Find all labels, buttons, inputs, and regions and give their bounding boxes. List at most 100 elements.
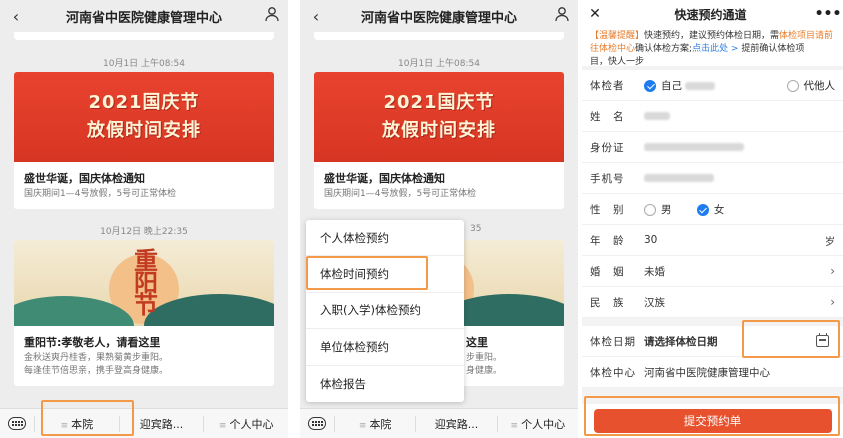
menu-item-enrollment-exam[interactable]: 入职(入学)体检预约 — [306, 293, 464, 330]
article-desc: 国庆期间1—4号放假，5号可正常体检 — [324, 189, 477, 199]
option-label: 女 — [713, 203, 725, 216]
field-label: 性 别 — [590, 203, 625, 216]
tab-label: 本院 — [369, 417, 392, 431]
tab-label: 个人中心 — [229, 417, 274, 431]
screen-quick-booking: ✕ 快速预约通道 ••• 【温馨提醒】快速预约，建议预约体检日期，需体检项目请前… — [582, 0, 843, 438]
field-label: 身份证 — [590, 141, 625, 154]
article-title: 重阳节:孝敬老人，请看这里 — [24, 336, 161, 349]
tab-label: 迎宾路... — [139, 417, 184, 431]
desc-line: 身健康。 — [466, 366, 503, 376]
highlight-box — [306, 256, 428, 290]
keyboard-icon[interactable] — [0, 417, 34, 430]
name-row[interactable]: 姓 名 — [582, 101, 843, 132]
banner-line: 放假时间安排 — [87, 120, 201, 141]
menu-item-exam-report[interactable]: 体检报告 — [306, 366, 464, 402]
chevron-left-icon[interactable]: ‹ — [0, 7, 32, 26]
user-icon[interactable] — [546, 6, 578, 26]
radio-unchecked-icon — [644, 203, 656, 216]
page-title: 河南省中医院健康管理中心 — [65, 10, 222, 26]
ethnicity-row[interactable]: 民 族 汉族 › — [582, 287, 843, 318]
option-label: 自己 — [661, 79, 682, 92]
menu-icon: ≡ — [510, 420, 519, 431]
blurred-value — [685, 81, 716, 90]
user-icon[interactable] — [256, 6, 288, 26]
marriage-row[interactable]: 婚 姻 未婚 › — [582, 256, 843, 287]
chevron-right-icon: › — [830, 264, 835, 278]
article-card[interactable]: 重阳节 重阳节:孝敬老人，请看这里 金秋送爽丹桂香，果熟菊黄步重阳。 每逢佳节倍… — [14, 240, 274, 386]
article-title: 盛世华诞，国庆体检通知 — [324, 172, 445, 185]
banner-line: 放假时间安排 — [382, 120, 496, 141]
blurred-value — [644, 143, 744, 151]
more-icon[interactable]: ••• — [813, 6, 843, 22]
field-label: 体检日期 — [590, 335, 636, 348]
article-desc: 金秋送爽丹桂香，果熟菊黄步重阳。 每逢佳节倍思亲，携手登高身健康。 — [14, 352, 274, 386]
chevron-right-icon: › — [830, 295, 835, 309]
age-row[interactable]: 年 龄 30 岁 — [582, 225, 843, 256]
screen-home: ‹ 河南省中医院健康管理中心 10月1日 上午08:54 2021国庆节 放假时… — [0, 0, 288, 438]
notice-highlight: 往体检中心 — [590, 44, 636, 54]
article-title: 盛世华诞，国庆体检通知 — [24, 172, 145, 185]
previous-card-edge — [14, 32, 274, 40]
post-date-partial: 35 — [470, 224, 482, 234]
center-value: 河南省中医院健康管理中心 — [644, 366, 770, 379]
radio-unchecked-icon — [786, 79, 799, 92]
post-date: 10月1日 上午08:54 — [103, 59, 185, 69]
ethnicity-value: 汉族 — [644, 296, 665, 309]
highlight-box — [742, 320, 840, 358]
click-here-link[interactable]: 点击此处 > — [692, 44, 738, 54]
article-card[interactable]: 2021国庆节 放假时间安排 盛世华诞，国庆体检通知 国庆期间1—4号放假，5号… — [314, 72, 564, 209]
notice-line: 目，快人一步 — [590, 57, 645, 66]
post-date: 10月1日 上午08:54 — [398, 59, 480, 69]
examinee-self-option[interactable]: 自己 — [644, 78, 787, 93]
page-title: 快速预约通道 — [674, 7, 747, 22]
highlight-box — [584, 396, 840, 436]
desc-line: 金秋送爽丹桂香，果熟菊黄步重阳。 — [24, 353, 169, 363]
phone-row[interactable]: 手机号 — [582, 163, 843, 194]
national-day-banner: 2021国庆节 放假时间安排 — [14, 72, 274, 162]
blurred-value — [644, 112, 670, 120]
field-label: 体检中心 — [590, 366, 636, 379]
blurred-value — [644, 174, 714, 182]
menu-item-company-exam[interactable]: 单位体检预约 — [306, 329, 464, 366]
menu-item-personal-exam[interactable]: 个人体检预约 — [306, 220, 464, 257]
gender-female-option[interactable]: 女 — [696, 203, 725, 216]
banner-line: 2021国庆节 — [88, 92, 200, 113]
examinee-row: 体检者 自己 代他人 — [582, 70, 843, 101]
tab-yingbin-road[interactable]: 迎宾路... — [415, 415, 496, 432]
menu-icon: ≡ — [218, 420, 227, 431]
bottom-menu-bar: ≡ 本院 迎宾路... ≡ 个人中心 — [300, 408, 578, 438]
field-label: 婚 姻 — [590, 265, 625, 278]
article-card[interactable]: 2021国庆节 放假时间安排 盛世华诞，国庆体检通知 国庆期间1—4号放假，5号… — [14, 72, 274, 209]
page-title: 河南省中医院健康管理中心 — [360, 10, 517, 26]
tab-hospital[interactable]: ≡ 本院 — [334, 415, 415, 432]
option-label: 代他人 — [803, 79, 836, 92]
tab-personal-center[interactable]: ≡ 个人中心 — [496, 415, 578, 432]
tab-label: 迎宾路... — [434, 417, 479, 431]
exam-center-row: 体检中心 河南省中医院健康管理中心 — [582, 357, 843, 388]
double-ninth-banner: 重阳节 — [14, 240, 274, 326]
chevron-left-icon[interactable]: ‹ — [300, 7, 332, 26]
previous-card-edge — [314, 32, 564, 40]
tab-personal-center[interactable]: ≡ 个人中心 — [203, 415, 288, 432]
notice-line: 确认体检方案; — [635, 44, 693, 54]
field-label: 年 龄 — [590, 234, 625, 247]
age-unit: 岁 — [825, 236, 835, 248]
notice-line: 提前确认体检项 — [738, 44, 805, 54]
radio-checked-icon — [696, 203, 709, 216]
keyboard-icon[interactable] — [300, 417, 334, 430]
notice-highlight: 【温馨提醒】 — [590, 31, 645, 41]
id-row[interactable]: 身份证 — [582, 132, 843, 163]
close-icon[interactable]: ✕ — [582, 6, 608, 22]
field-label: 手机号 — [590, 172, 625, 185]
notice-line: 快速预约，建议预约体检日期，需 — [644, 31, 780, 41]
screen-home-menu-open: ‹ 河南省中医院健康管理中心 10月1日 上午08:54 2021国庆节 放假时… — [300, 0, 578, 438]
notice-text: 【温馨提醒】快速预约，建议预约体检日期，需体检项目请前 往体检中心确认体检方案;… — [582, 28, 843, 66]
gender-male-option[interactable]: 男 — [644, 203, 672, 216]
examinee-other-option[interactable]: 代他人 — [786, 78, 836, 93]
menu-icon: ≡ — [358, 420, 367, 431]
article-desc: 国庆期间1—4号放假，5号可正常体检 — [24, 189, 177, 199]
header-bar: ✕ 快速预约通道 ••• — [582, 0, 843, 28]
header-bar: ‹ 河南省中医院健康管理中心 — [300, 0, 578, 32]
banner-calligraphy: 重阳节 — [129, 248, 158, 314]
submenu-popup: 个人体检预约 体检时间预约 入职(入学)体检预约 单位体检预约 体检报告 — [306, 220, 464, 402]
